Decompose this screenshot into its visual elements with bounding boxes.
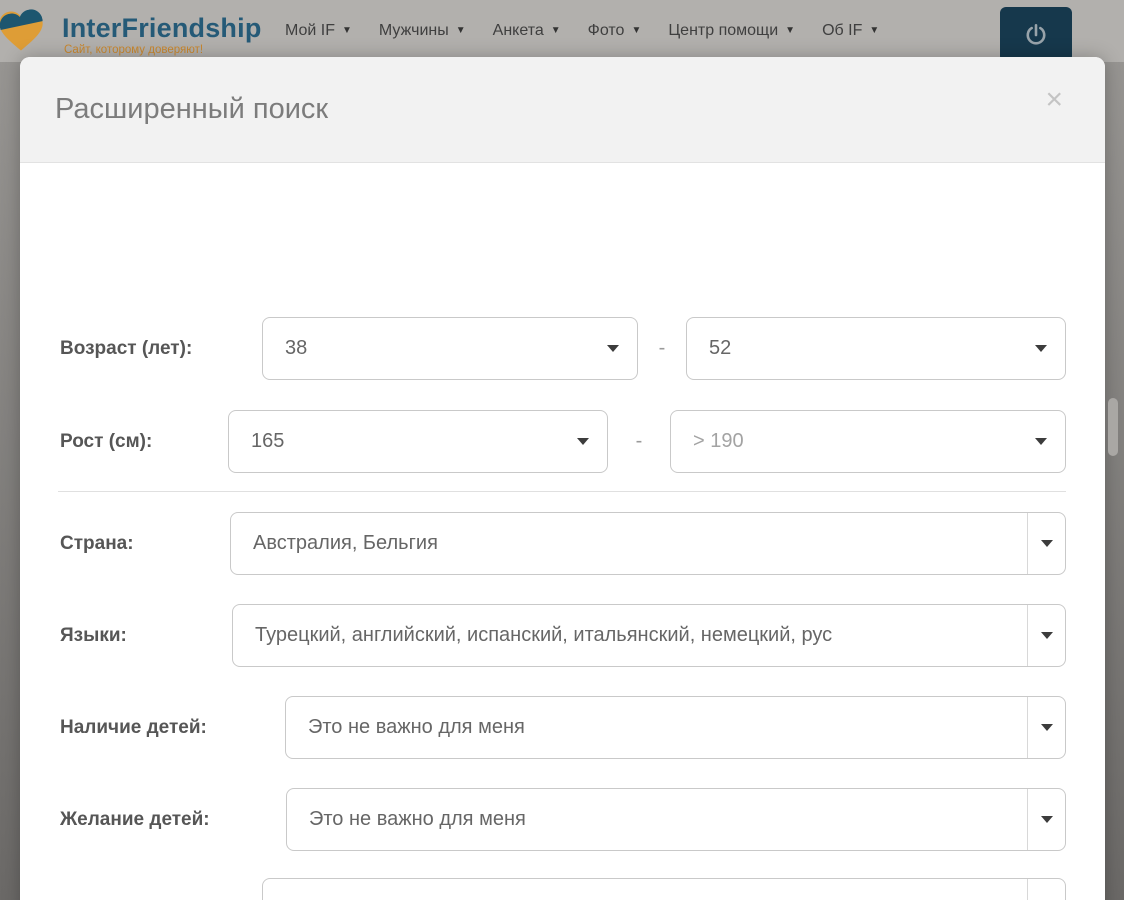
selected-value: > 190 — [693, 430, 744, 452]
page-background: InterFriendship Сайт, которому доверяют!… — [0, 0, 1124, 900]
main-menu: Мой IF ▼ Мужчины ▼ Анкета ▼ Фото ▼ Центр… — [285, 0, 879, 62]
wants-children-select[interactable]: Это не важно для меня — [286, 788, 1066, 851]
menu-item-profile[interactable]: Анкета ▼ — [493, 22, 561, 40]
brand-tagline: Сайт, которому доверяют! — [64, 44, 204, 56]
field-row-languages: Языки: Турецкий, английский, испанский, … — [60, 604, 1066, 667]
menu-label: Мой IF — [285, 22, 336, 39]
dropdown-arrow-icon — [1040, 816, 1053, 823]
chevron-down-icon: ▼ — [785, 25, 796, 36]
menu-label: Мужчины — [378, 22, 449, 39]
selected-value: Это не важно для меня — [309, 808, 526, 830]
heart-logo-icon[interactable] — [0, 5, 49, 57]
field-label: Возраст (лет): — [60, 337, 193, 359]
chevron-down-icon: ▼ — [631, 25, 642, 36]
menu-label: Центр помощи — [668, 22, 779, 39]
dropdown-arrow-button[interactable] — [1027, 879, 1065, 900]
height-to-select[interactable]: > 190 — [670, 410, 1066, 473]
chevron-down-icon: ▼ — [869, 25, 880, 36]
dropdown-arrow-icon — [577, 438, 589, 445]
menu-item-help-center[interactable]: Центр помощи ▼ — [668, 22, 795, 40]
page-scrollbar[interactable] — [1108, 398, 1118, 456]
menu-label: Об IF — [822, 22, 863, 39]
has-children-select[interactable]: Это не важно для меня — [285, 696, 1066, 759]
menu-item-photo[interactable]: Фото ▼ — [588, 22, 642, 40]
dropdown-arrow-icon — [1040, 724, 1053, 731]
chevron-down-icon: ▼ — [550, 25, 561, 36]
dropdown-arrow-button[interactable] — [1027, 789, 1065, 850]
menu-item-about-if[interactable]: Об IF ▼ — [822, 22, 879, 40]
menu-item-men[interactable]: Мужчины ▼ — [379, 22, 466, 40]
field-label: Желание детей: — [60, 808, 210, 830]
chevron-down-icon: ▼ — [342, 25, 352, 36]
field-row-country: Страна: Австралия, Бельгия — [60, 512, 1066, 575]
menu-item-my-if[interactable]: Мой IF ▼ — [285, 22, 352, 40]
range-separator: - — [658, 337, 666, 359]
top-navigation-bar: InterFriendship Сайт, которому доверяют!… — [0, 0, 1124, 62]
field-label: Наличие детей: — [60, 716, 207, 738]
field-row-zodiac: Знак зодиака: Овен, Телец, Близнецы, Рак… — [60, 878, 1066, 900]
section-divider — [58, 491, 1066, 492]
age-from-select[interactable]: 38 — [262, 317, 638, 380]
dropdown-arrow-icon — [1035, 345, 1047, 352]
field-row-wants-children: Желание детей: Это не важно для меня — [60, 788, 1066, 851]
dropdown-arrow-icon — [607, 345, 619, 352]
selected-value: Турецкий, английский, испанский, итальян… — [255, 624, 833, 646]
modal-title: Расширенный поиск — [55, 93, 329, 125]
power-icon — [1026, 23, 1046, 45]
logout-button[interactable] — [1000, 7, 1072, 62]
field-row-height: Рост (см): 165 - > 190 — [60, 410, 1066, 473]
modal-header: Расширенный поиск × — [20, 57, 1105, 163]
field-label: Страна: — [60, 532, 134, 554]
field-label: Языки: — [60, 624, 127, 646]
country-select[interactable]: Австралия, Бельгия — [230, 512, 1066, 575]
languages-select[interactable]: Турецкий, английский, испанский, итальян… — [232, 604, 1066, 667]
field-row-has-children: Наличие детей: Это не важно для меня — [60, 696, 1066, 759]
menu-label: Фото — [587, 22, 625, 39]
dropdown-arrow-button[interactable] — [1027, 513, 1065, 574]
age-to-select[interactable]: 52 — [686, 317, 1066, 380]
close-icon[interactable]: × — [1045, 85, 1063, 115]
range-separator: - — [635, 430, 643, 452]
brand-name[interactable]: InterFriendship — [62, 13, 262, 44]
field-label: Рост (см): — [60, 430, 153, 452]
dropdown-arrow-button[interactable] — [1027, 697, 1065, 758]
zodiac-select[interactable]: Овен, Телец, Близнецы, Рак, Лев, Дева, В… — [262, 878, 1066, 900]
field-row-age: Возраст (лет): 38 - 52 — [60, 317, 1066, 380]
selected-value: 52 — [709, 337, 732, 359]
selected-value: 38 — [285, 337, 308, 359]
selected-value: Это не важно для меня — [308, 716, 525, 738]
dropdown-arrow-icon — [1035, 438, 1047, 445]
dropdown-arrow-button[interactable] — [1027, 605, 1065, 666]
selected-value: 165 — [251, 430, 285, 452]
selected-value: Австралия, Бельгия — [253, 532, 438, 554]
menu-label: Анкета — [492, 22, 544, 39]
chevron-down-icon: ▼ — [455, 25, 466, 36]
advanced-search-modal: Расширенный поиск × Возраст (лет): 38 - … — [20, 57, 1105, 900]
dropdown-arrow-icon — [1040, 632, 1053, 639]
dropdown-arrow-icon — [1040, 540, 1053, 547]
height-from-select[interactable]: 165 — [228, 410, 608, 473]
